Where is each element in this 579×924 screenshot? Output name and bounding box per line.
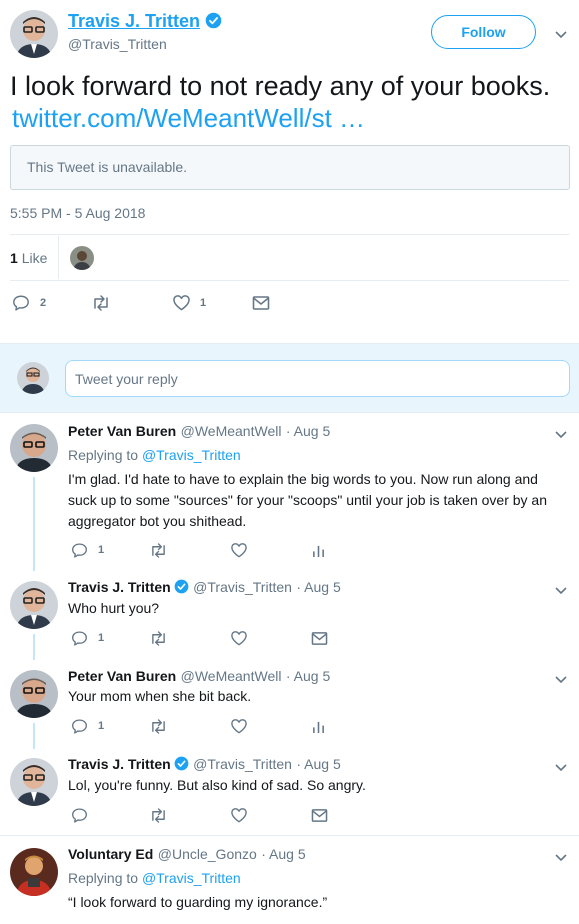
follow-button[interactable]: Follow <box>431 15 536 49</box>
reply-author-name[interactable]: Travis J. Tritten <box>68 579 171 595</box>
reply-date[interactable]: · Aug 5 <box>286 423 330 439</box>
liker-avatar[interactable] <box>70 246 94 270</box>
reply-author-handle[interactable]: @Uncle_Gonzo <box>158 846 257 862</box>
retweet-icon[interactable] <box>149 808 168 823</box>
chevron-down-icon[interactable] <box>554 850 568 862</box>
thread-line <box>33 477 35 571</box>
reply-icon[interactable] <box>12 294 30 312</box>
author-handle[interactable]: @Travis_Tritten <box>68 36 167 52</box>
reply-date[interactable]: · Aug 5 <box>286 668 330 684</box>
divider <box>10 234 569 235</box>
reply-author-handle[interactable]: @Travis_Tritten <box>193 579 292 595</box>
chevron-down-icon[interactable] <box>554 27 568 39</box>
reply-author-name[interactable]: Travis J. Tritten <box>68 756 171 772</box>
heart-icon[interactable] <box>230 630 248 646</box>
reply-text: Who hurt you? <box>68 600 160 616</box>
quoted-tweet-unavailable: This Tweet is unavailable. <box>27 159 188 175</box>
heart-icon[interactable] <box>230 807 248 823</box>
reply-count: 1 <box>98 544 105 556</box>
envelope-icon[interactable] <box>311 631 328 646</box>
replying-to-handle[interactable]: @Travis_Tritten <box>142 447 241 463</box>
retweet-icon[interactable] <box>91 295 111 311</box>
reply-date[interactable]: · Aug 5 <box>296 579 340 595</box>
reply-text: Your mom when she bit back. <box>68 688 252 704</box>
envelope-icon[interactable] <box>252 295 270 311</box>
divider <box>10 280 569 281</box>
reply-composer: Tweet your reply <box>0 343 579 413</box>
reply-author-handle[interactable]: @Travis_Tritten <box>193 756 292 772</box>
reply-icon[interactable] <box>71 807 88 824</box>
verified-badge-icon <box>174 579 189 594</box>
chevron-down-icon[interactable] <box>554 760 568 772</box>
avatar[interactable] <box>10 848 58 896</box>
reply-author-name[interactable]: Peter Van Buren <box>68 668 176 684</box>
like-count: 1 <box>200 297 207 309</box>
replying-to-label: Replying to <box>68 870 139 886</box>
heart-icon[interactable] <box>230 718 248 734</box>
replying-to-label: Replying to <box>68 447 139 463</box>
likes-stat[interactable]: 1 Like <box>10 250 47 266</box>
reply-author-name[interactable]: Peter Van Buren <box>68 423 176 439</box>
avatar[interactable] <box>10 581 58 629</box>
likes-count: 1 <box>10 250 18 266</box>
quoted-tweet-card: This Tweet is unavailable. <box>10 145 570 190</box>
reply-date[interactable]: · Aug 5 <box>296 756 340 772</box>
divider <box>0 835 579 836</box>
retweet-icon[interactable] <box>149 631 168 646</box>
tweet-text: I look forward to not ready any of your … <box>10 71 551 101</box>
reply-text: Lol, you're funny. But also kind of sad.… <box>68 777 366 793</box>
reply-icon[interactable] <box>71 718 88 735</box>
verified-badge-icon <box>205 12 222 29</box>
analytics-icon[interactable] <box>312 719 325 734</box>
reply-count: 1 <box>98 632 105 644</box>
avatar[interactable] <box>10 424 58 472</box>
avatar[interactable] <box>10 10 58 58</box>
reply-text: “I look forward to guarding my ignorance… <box>68 894 328 910</box>
likes-label: Like <box>21 250 48 266</box>
chevron-down-icon[interactable] <box>554 672 568 684</box>
retweet-icon[interactable] <box>149 543 168 558</box>
thread-line <box>33 723 35 749</box>
reply-count: 1 <box>98 720 105 732</box>
author-name[interactable]: Travis J. Tritten <box>68 11 200 31</box>
divider <box>58 236 59 279</box>
reply-icon[interactable] <box>71 630 88 647</box>
envelope-icon[interactable] <box>311 808 328 823</box>
chevron-down-icon[interactable] <box>554 583 568 595</box>
reply-author-handle[interactable]: @WeMeantWell <box>181 668 282 684</box>
reply-icon[interactable] <box>71 542 88 559</box>
reply-author-handle[interactable]: @WeMeantWell <box>181 423 282 439</box>
analytics-icon[interactable] <box>312 543 325 558</box>
avatar[interactable] <box>10 758 58 806</box>
thread-line <box>33 634 35 660</box>
reply-date[interactable]: · Aug 5 <box>261 846 305 862</box>
heart-icon[interactable] <box>172 294 191 311</box>
tweet-timestamp[interactable]: 5:55 PM - 5 Aug 2018 <box>10 205 145 221</box>
retweet-icon[interactable] <box>149 719 168 734</box>
avatar[interactable] <box>10 670 58 718</box>
reply-text: I'm glad. I'd hate to have to explain th… <box>68 471 547 529</box>
current-user-avatar[interactable] <box>17 362 49 394</box>
heart-icon[interactable] <box>230 542 248 558</box>
follow-button-label: Follow <box>461 24 506 40</box>
chevron-down-icon[interactable] <box>554 427 568 439</box>
reply-author-name[interactable]: Voluntary Ed <box>68 846 153 862</box>
tweet-link[interactable]: twitter.com/WeMeantWell/st … <box>12 102 365 134</box>
verified-badge-icon <box>174 756 189 771</box>
reply-count: 2 <box>40 297 47 309</box>
reply-input-placeholder: Tweet your reply <box>75 371 178 387</box>
reply-input[interactable]: Tweet your reply <box>65 360 570 397</box>
replying-to-handle[interactable]: @Travis_Tritten <box>142 870 241 886</box>
